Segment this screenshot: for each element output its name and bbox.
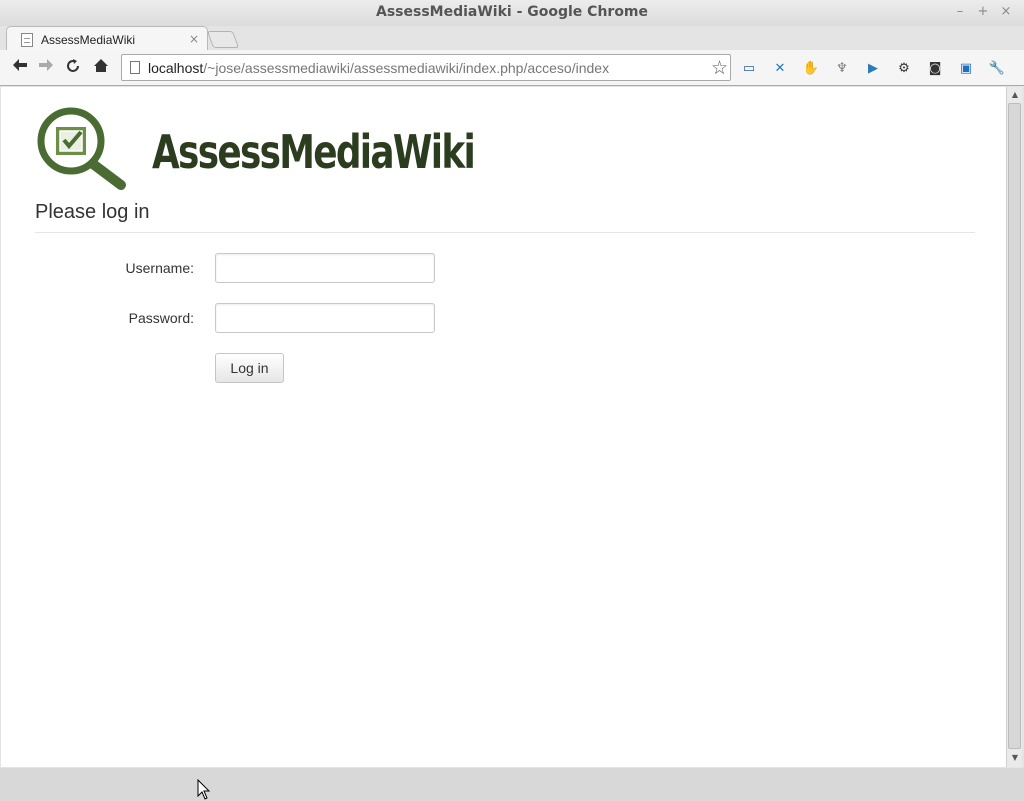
gear-icon[interactable]: ⚙: [894, 58, 914, 78]
login-button[interactable]: Log in: [215, 353, 284, 383]
page-favicon-icon: [21, 33, 33, 47]
title-bar: AssessMediaWiki - Google Chrome – + ×: [0, 0, 1024, 26]
maximize-button[interactable]: +: [976, 5, 990, 19]
minimize-button[interactable]: –: [953, 5, 967, 19]
forward-arrow-icon: [39, 59, 53, 71]
tab-close-icon[interactable]: ×: [189, 32, 199, 46]
url-path: /~jose/assessmediawiki/assessmediawiki/i…: [203, 60, 610, 76]
password-field[interactable]: [215, 303, 435, 333]
browser-toolbar: localhost/~jose/assessmediawiki/assessme…: [0, 50, 1024, 86]
address-bar[interactable]: localhost/~jose/assessmediawiki/assessme…: [121, 54, 731, 81]
close-window-button[interactable]: ×: [999, 5, 1013, 19]
window-title: AssessMediaWiki - Google Chrome: [375, 4, 649, 20]
home-icon: [94, 59, 108, 72]
username-field[interactable]: [215, 253, 435, 283]
browser-window: AssessMediaWiki - Google Chrome – + × As…: [0, 0, 1024, 800]
adblock-icon[interactable]: ✋: [801, 58, 821, 78]
password-label: Password:: [128, 310, 194, 326]
back-arrow-icon: [13, 59, 27, 71]
home-button[interactable]: [91, 58, 111, 76]
site-logo: AssessMediaWiki: [35, 105, 476, 191]
divider: [35, 232, 975, 233]
forward-button[interactable]: [36, 58, 56, 76]
mouse-cursor-icon: [197, 779, 211, 800]
play-icon[interactable]: ▶: [863, 58, 883, 78]
tab-assessmediawiki[interactable]: AssessMediaWiki ×: [6, 26, 208, 51]
photos-icon[interactable]: ▣: [956, 58, 976, 78]
tab-strip: AssessMediaWiki ×: [0, 24, 1024, 51]
scroll-down-arrow-icon[interactable]: ▼: [1009, 752, 1021, 764]
bookmark-manager-icon[interactable]: ✕: [770, 58, 790, 78]
scrollbar-thumb[interactable]: [1008, 103, 1021, 749]
bookmark-star-icon[interactable]: ☆: [711, 57, 728, 79]
reload-button[interactable]: [63, 58, 83, 76]
username-label: Username:: [125, 260, 194, 276]
back-button[interactable]: [10, 58, 30, 76]
magnifier-check-icon: [37, 107, 126, 190]
evernote-icon[interactable]: ◙: [925, 58, 945, 78]
page-viewport: AssessMediaWiki Please log in Username: …: [1, 87, 1006, 800]
scroll-up-arrow-icon[interactable]: ▲: [1009, 89, 1021, 101]
page-icon: [130, 61, 140, 74]
new-tab-button[interactable]: [206, 31, 240, 48]
page-title: Please log in: [35, 201, 150, 223]
plant-icon[interactable]: ♆: [832, 58, 852, 78]
screenshot-icon[interactable]: ▭: [739, 58, 759, 78]
tab-title: AssessMediaWiki: [41, 33, 136, 47]
vertical-scrollbar[interactable]: ▲ ▼: [1006, 87, 1022, 767]
reload-icon: [67, 59, 79, 72]
url-text[interactable]: localhost/~jose/assessmediawiki/assessme…: [148, 60, 609, 76]
logo-text: AssessMediaWiki: [152, 125, 476, 179]
url-host: localhost: [148, 60, 204, 76]
wrench-icon[interactable]: 🔧: [987, 58, 1007, 78]
